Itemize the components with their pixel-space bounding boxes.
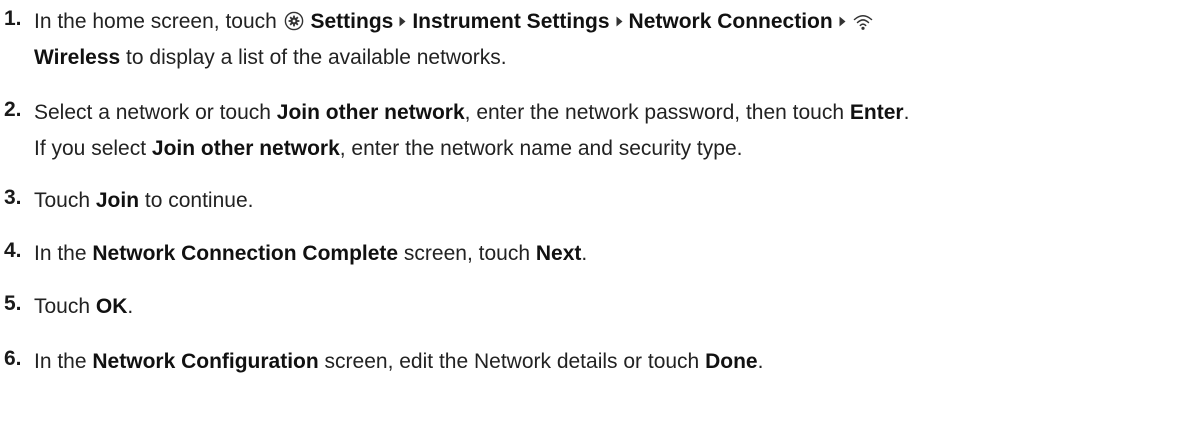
menu-path-settings: Settings [310,10,394,33]
step-number: 4. [4,239,22,262]
step-text-segment: In the home screen, touch [34,10,283,33]
step-number: 2. [4,98,22,121]
menu-path-wireless: Wireless [34,46,121,69]
step-text-segment: . [127,295,134,318]
step-number: 3. [4,186,22,209]
ui-term-next: Next [535,242,582,265]
step-text-segment: , enter the network name and security ty… [339,137,743,160]
step-text-segment: If you select [34,137,152,160]
ui-term-join-other-network: Join other network [151,137,340,160]
step-text-segment: . [903,101,910,124]
step-text: In the home screen, touch Settings Instru… [34,4,1174,76]
ui-term-ok: OK [95,295,128,318]
menu-path-network-connection: Network Connection [628,10,833,33]
wifi-icon [853,13,873,31]
caret-right-icon [616,16,623,27]
caret-right-icon [399,16,406,27]
step-text-segment: In the [34,350,93,373]
step-text-segment: screen, touch [398,242,536,265]
step-text-segment: Touch [34,295,96,318]
step-number: 1. [4,7,22,30]
menu-path-instrument-settings: Instrument Settings [412,10,610,33]
step-text: Touch OK. [34,289,1174,325]
caret-right-icon [839,16,846,27]
step-text-segment: to continue. [139,189,254,212]
ui-term-join: Join [95,189,140,212]
step-text-segment: Touch [34,189,96,212]
step-text: Touch Join to continue. [34,183,1174,219]
ui-term-network-connection-complete: Network Connection Complete [92,242,399,265]
ui-term-enter: Enter [849,101,904,124]
step-text-segment: screen, edit the Network details or touc… [318,350,706,373]
step-number: 5. [4,292,22,315]
step-text-segment: . [757,350,764,373]
step-text: Select a network or touch Join other net… [34,95,1174,167]
step-text-segment: to display a list of the available netwo… [120,46,507,69]
gear-icon [284,11,304,31]
step-text: In the Network Connection Complete scree… [34,236,1174,272]
step-text-segment: In the [34,242,93,265]
step-number: 6. [4,347,22,370]
step-text-segment: , enter the network password, then touch [464,101,850,124]
step-text-segment: Select a network or touch [34,101,277,124]
step-text-segment: . [581,242,588,265]
ui-term-join-other-network: Join other network [276,101,465,124]
ui-term-network-configuration: Network Configuration [92,350,319,373]
ui-term-done: Done [705,350,758,373]
step-text: In the Network Configuration screen, edi… [34,344,1174,380]
